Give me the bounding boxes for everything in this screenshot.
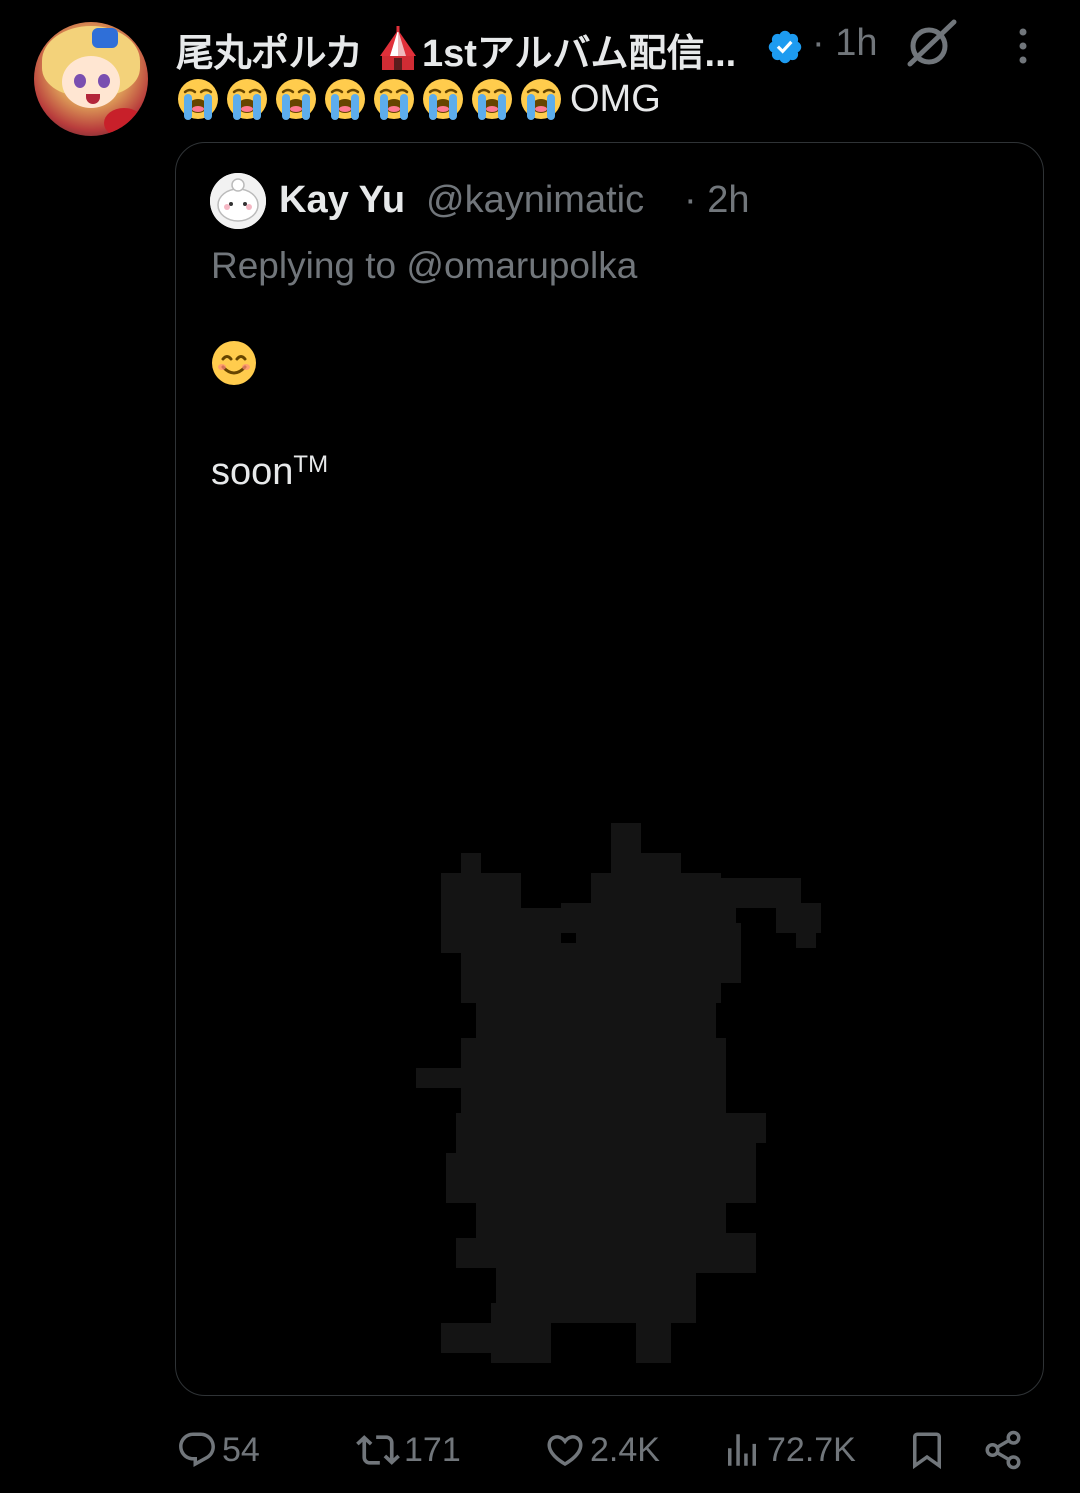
share-icon bbox=[985, 1430, 1021, 1470]
more-options-icon[interactable] bbox=[1016, 26, 1030, 66]
quoted-avatar-icon bbox=[210, 173, 266, 229]
quoted-author-name[interactable]: Kay Yu bbox=[279, 179, 405, 222]
author-avatar[interactable] bbox=[34, 22, 148, 136]
like-icon bbox=[547, 1435, 583, 1467]
reply-count: 54 bbox=[222, 1430, 260, 1469]
quoted-text-main: soon bbox=[211, 451, 294, 493]
views-count: 72.7K bbox=[767, 1430, 856, 1469]
tweet-actions: 54 171 2.4K 72.7K bbox=[176, 1420, 1046, 1480]
views-icon bbox=[728, 1434, 756, 1466]
like-count: 2.4K bbox=[590, 1430, 660, 1469]
loudly-crying-emoji-icon bbox=[521, 79, 561, 120]
quoted-text-trademark: TM bbox=[293, 451, 329, 478]
quoted-tweet-card[interactable]: Kay Yu @kaynimatic · 2h Replying to @oma… bbox=[175, 142, 1044, 1396]
tweet-time[interactable]: · 1h bbox=[812, 22, 877, 65]
author-name[interactable]: 尾丸ポルカ bbox=[176, 22, 363, 77]
quoted-text: soonTM bbox=[211, 451, 328, 494]
smile-emoji-icon bbox=[212, 341, 256, 385]
loudly-crying-emoji-icon bbox=[472, 79, 512, 120]
loudly-crying-emoji-icon bbox=[276, 79, 316, 120]
loudly-crying-emoji-icon bbox=[325, 79, 365, 120]
retweet-icon bbox=[356, 1435, 400, 1465]
loudly-crying-emoji-icon bbox=[423, 79, 463, 120]
circus-tent-icon bbox=[380, 26, 416, 70]
views-button[interactable]: 72.7K bbox=[721, 1426, 856, 1474]
reply-icon bbox=[179, 1432, 215, 1467]
tweet-text: OMG bbox=[176, 74, 661, 124]
quoted-media-silhouette[interactable] bbox=[416, 813, 856, 1373]
retweet-count: 171 bbox=[404, 1430, 461, 1469]
retweet-button[interactable]: 171 bbox=[356, 1426, 461, 1474]
loudly-crying-emoji-icon bbox=[178, 79, 218, 120]
grok-icon[interactable] bbox=[904, 18, 958, 68]
bookmark-icon bbox=[913, 1432, 941, 1470]
tweet-text-suffix: OMG bbox=[570, 77, 661, 120]
bookmark-button[interactable] bbox=[906, 1426, 948, 1474]
quoted-replying-to: Replying to @omarupolka bbox=[211, 245, 638, 286]
share-button[interactable] bbox=[982, 1426, 1024, 1474]
quoted-time: · 2h bbox=[684, 179, 750, 221]
like-button[interactable]: 2.4K bbox=[544, 1426, 660, 1474]
author-name-rest[interactable]: 1stアルバム配信... bbox=[422, 22, 736, 77]
loudly-crying-emoji-icon bbox=[374, 79, 414, 120]
loudly-crying-emoji-icon bbox=[227, 79, 267, 120]
tweet-header: 尾丸ポルカ 1stアルバム配信... · 1h bbox=[176, 18, 1046, 75]
quoted-author-handle[interactable]: @kaynimatic bbox=[426, 179, 644, 222]
reply-button[interactable]: 54 bbox=[176, 1426, 260, 1474]
verified-badge-icon bbox=[768, 30, 802, 64]
quoted-author-avatar[interactable] bbox=[210, 173, 266, 229]
